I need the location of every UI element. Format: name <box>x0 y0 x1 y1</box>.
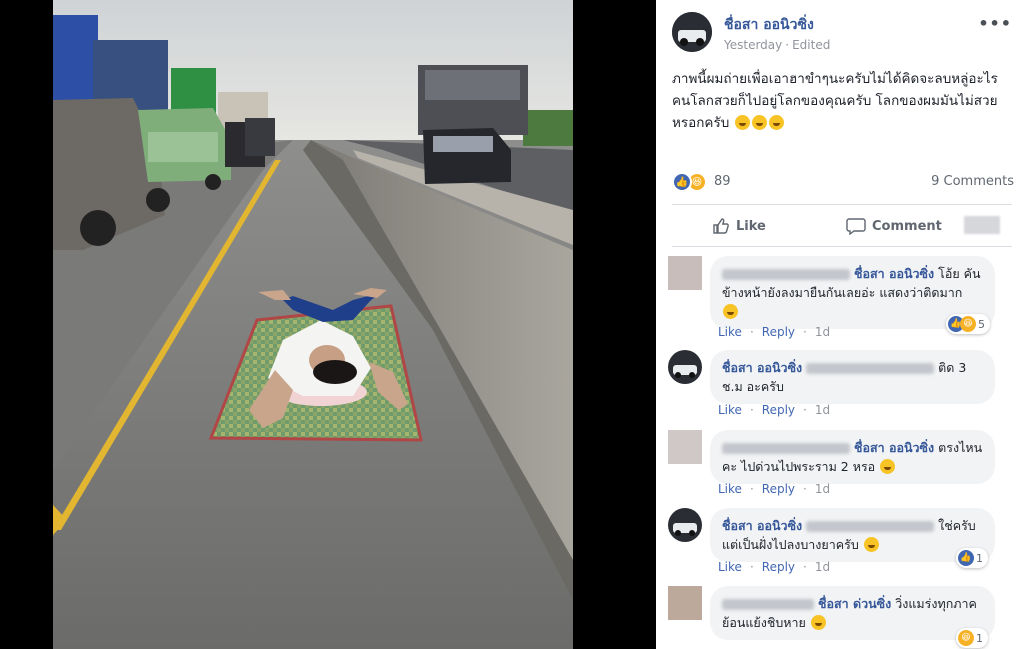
post-photo[interactable] <box>53 0 573 649</box>
commenter-avatar-redacted[interactable] <box>668 586 702 620</box>
comment-reaction-count: 1 <box>976 631 983 645</box>
post-text: ภาพนี้ผมถ่ายเพื่อเอาฮาขำๆนะครับไม่ได้คิด… <box>672 68 1008 134</box>
comment-reply-link[interactable]: Reply <box>762 482 795 496</box>
post-time[interactable]: Yesterday <box>724 38 782 52</box>
comment-item: ชื่อสา ด่วนซิ่ง วิ่งแมร่งทุกภาค ย้อนแย้ง… <box>656 584 1024 649</box>
like-reaction-icon: 👍 <box>958 550 974 566</box>
comment-item: ชื่อสา ออนิวซิ่ง ใช่ครับ แต่เป็นฝั่งไปลง… <box>656 506 1024 580</box>
post-meta: Yesterday · Edited <box>724 38 831 52</box>
post-panel: ชื่อสา ออนิวซิ่ง Yesterday · Edited ••• ภา… <box>656 0 1024 649</box>
comment-actions: Like · Reply · 1d <box>718 560 831 574</box>
comment-like-link[interactable]: Like <box>718 482 742 496</box>
commenter-avatar[interactable] <box>668 508 702 542</box>
post-edited-label[interactable]: Edited <box>792 38 830 52</box>
comment-like-link[interactable]: Like <box>718 403 742 417</box>
comment-time[interactable]: 1d <box>815 403 830 417</box>
reaction-count[interactable]: 89 <box>714 174 731 189</box>
comment-like-link[interactable]: Like <box>718 560 742 574</box>
comment-reply-link[interactable]: Reply <box>762 560 795 574</box>
highway-photo <box>53 0 573 649</box>
comment-reply-link[interactable]: Reply <box>762 325 795 339</box>
tagged-name-redacted[interactable] <box>806 521 935 532</box>
author-avatar[interactable] <box>672 12 712 52</box>
laughing-emoji-icon <box>768 115 784 130</box>
commenter-name[interactable]: ชื่อสา ออนิวซิ่ง <box>722 360 802 375</box>
commenter-avatar-redacted[interactable] <box>668 256 702 290</box>
comment-item: ชื่อสา ออนิวซิ่ง ตรงไหนคะ ไปด่วนไปพระราม… <box>656 428 1024 502</box>
post-actions: Like Comment <box>672 210 1012 242</box>
haha-reaction-icon: 😆 <box>960 316 976 332</box>
comment-time[interactable]: 1d <box>815 482 830 496</box>
divider <box>672 204 1012 205</box>
thumbs-up-icon <box>713 218 729 234</box>
comment-bubble: ชื่อสา ออนิวซิ่ง ติด 3 ช.ม อะครับ <box>710 350 995 404</box>
comments-count-link[interactable]: 9 Comments <box>931 174 1014 189</box>
laughing-emoji-icon <box>863 537 879 552</box>
haha-reaction-icon: 😆 <box>958 630 974 646</box>
divider <box>672 246 1012 247</box>
comment-icon <box>846 218 866 235</box>
comment-actions: Like · Reply · 1d <box>718 403 831 417</box>
commenter-avatar-redacted[interactable] <box>668 430 702 464</box>
comment-item: ชื่อสา ออนิวซิ่ง โอ้ย คันข้างหน้ายังลงมา… <box>656 250 1024 344</box>
tagged-name[interactable]: ชื่อสา ออนิวซิ่ง <box>854 440 934 455</box>
more-horizontal-icon[interactable]: ••• <box>978 14 1012 33</box>
grin-emoji-icon <box>880 459 896 474</box>
post-author-name[interactable]: ชื่อสา ออนิวซิ่ง <box>724 14 814 36</box>
comment-reactions[interactable]: 👍 😆 5 <box>946 314 990 334</box>
like-reaction-icon[interactable]: 👍 <box>672 172 692 192</box>
grimace-emoji-icon <box>723 304 738 319</box>
tagged-name[interactable]: ชื่อสา ด่วนซิ่ง <box>818 596 891 611</box>
post-text-body: ภาพนี้ผมถ่ายเพื่อเอาฮาขำๆนะครับไม่ได้คิด… <box>672 71 998 131</box>
comment-reactions[interactable]: 👍 1 <box>956 548 988 568</box>
comment-actions: Like · Reply · 1d <box>718 325 831 339</box>
comment-reactions[interactable]: 😆 1 <box>956 628 988 648</box>
comment-button[interactable]: Comment <box>846 215 942 237</box>
laughing-emoji-icon <box>734 115 750 130</box>
comment-time[interactable]: 1d <box>815 325 830 339</box>
like-button[interactable]: Like <box>712 215 766 237</box>
commenter-name[interactable]: ชื่อสา ออนิวซิ่ง <box>722 518 802 533</box>
commenter-name-redacted[interactable] <box>722 599 814 610</box>
like-label: Like <box>736 218 766 234</box>
post-header: ชื่อสา ออนิวซิ่ง Yesterday · Edited ••• <box>672 12 1012 54</box>
comment-bubble: ชื่อสา ด่วนซิ่ง วิ่งแมร่งทุกภาค ย้อนแย้ง… <box>710 586 995 640</box>
reactions-bar: 👍 😆 89 9 Comments <box>672 172 1014 192</box>
comment-like-link[interactable]: Like <box>718 325 742 339</box>
comment-item: ชื่อสา ออนิวซิ่ง ติด 3 ช.ม อะครับ Like · R… <box>656 348 1024 422</box>
tagged-name[interactable]: ชื่อสา ออนิวซิ่ง <box>854 266 934 281</box>
commenter-name-redacted[interactable] <box>722 443 850 454</box>
commenter-avatar[interactable] <box>668 350 702 384</box>
laughing-emoji-icon <box>751 115 767 130</box>
comment-actions: Like · Reply · 1d <box>718 482 831 496</box>
comment-bubble: ชื่อสา ออนิวซิ่ง ตรงไหนคะ ไปด่วนไปพระราม… <box>710 430 995 484</box>
comment-bubble: ชื่อสา ออนิวซิ่ง ใช่ครับ แต่เป็นฝั่งไปลง… <box>710 508 995 562</box>
comment-reaction-count: 1 <box>976 551 983 565</box>
comment-label: Comment <box>872 218 942 234</box>
tagged-name-redacted[interactable] <box>806 363 935 374</box>
comment-reply-link[interactable]: Reply <box>762 403 795 417</box>
comment-time[interactable]: 1d <box>815 560 830 574</box>
comment-reaction-count: 5 <box>978 317 985 331</box>
smile-emoji-icon <box>810 615 826 630</box>
share-button-redacted[interactable] <box>964 216 1000 234</box>
commenter-name-redacted[interactable] <box>722 269 850 280</box>
